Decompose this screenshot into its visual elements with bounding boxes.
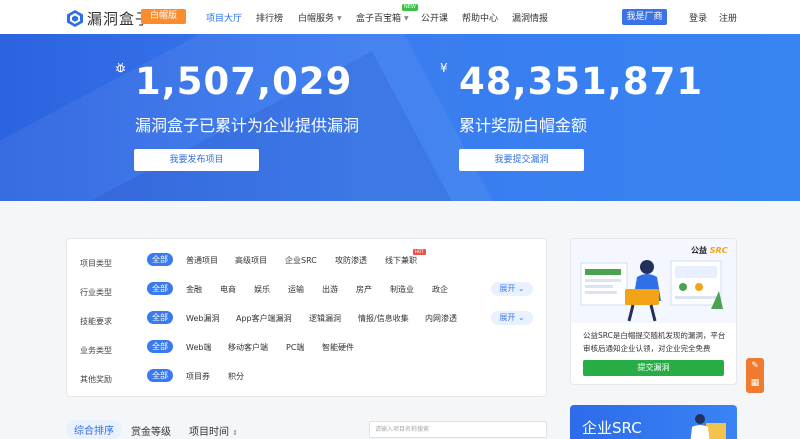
- filter-row-industry: 行业类型 全部 金融 电商 娱乐 运输 出游 房产 制造业 政企 展开 ⌄: [67, 280, 548, 300]
- filter-option[interactable]: 制造业: [390, 284, 414, 295]
- filter-option-all[interactable]: 全部: [147, 282, 173, 295]
- sort-comprehensive[interactable]: 综合排序: [66, 420, 122, 439]
- register-link[interactable]: 注册: [719, 11, 737, 24]
- nav-item-ranking[interactable]: 排行榜: [256, 11, 283, 24]
- filter-option[interactable]: 项目券: [186, 371, 210, 382]
- logo-icon: [67, 10, 83, 27]
- expand-button[interactable]: 展开 ⌄: [491, 311, 533, 325]
- submit-vuln-hero-button[interactable]: 我要提交漏洞: [459, 149, 584, 171]
- filter-option[interactable]: 智能硬件: [322, 342, 354, 353]
- filter-option[interactable]: 政企: [432, 284, 448, 295]
- sort-bounty-level[interactable]: 赏金等级: [131, 423, 171, 438]
- filter-option[interactable]: 情报/信息收集: [358, 313, 409, 324]
- filter-option[interactable]: 逻辑漏洞: [309, 313, 341, 324]
- publish-project-button[interactable]: 我要发布项目: [134, 149, 259, 171]
- reward-amount-label: 累计奖励白帽金额: [459, 116, 588, 135]
- chevron-down-icon: ▼: [337, 15, 342, 22]
- filter-label: 其他奖励: [80, 375, 112, 384]
- filter-row-business: 业务类型 全部 Web端 移动客户端 PC端 智能硬件: [67, 338, 548, 358]
- reward-amount: 48,351,871: [459, 60, 704, 103]
- enterprise-src-card[interactable]: 企业SRC: [570, 405, 737, 439]
- nav-item-open-course[interactable]: 公开课: [421, 11, 448, 24]
- filter-option[interactable]: 高级项目: [235, 255, 267, 266]
- filter-panel: 项目类型 全部 普通项目 高级项目 企业SRC 攻防渗透 线下兼职 HOT 行业…: [66, 238, 547, 397]
- filter-option[interactable]: 金融: [186, 284, 202, 295]
- filter-label: 业务类型: [80, 346, 112, 355]
- filter-option[interactable]: 娱乐: [254, 284, 270, 295]
- new-badge: NEW: [402, 4, 418, 11]
- public-src-illustration: 公益 SRC: [571, 239, 736, 323]
- filter-option[interactable]: 线下兼职: [385, 255, 417, 266]
- filter-option[interactable]: 积分: [228, 371, 244, 382]
- filter-option[interactable]: 出游: [322, 284, 338, 295]
- filter-label: 技能要求: [80, 317, 112, 326]
- filter-row-skills: 技能要求 全部 Web漏洞 App客户端漏洞 逻辑漏洞 情报/信息收集 内网渗透…: [67, 309, 548, 329]
- filter-option[interactable]: 电商: [220, 284, 236, 295]
- vendor-button[interactable]: 我是厂商: [622, 9, 667, 25]
- login-link[interactable]: 登录: [689, 11, 707, 24]
- sort-project-time[interactable]: 项目时间 ⇕: [189, 423, 238, 438]
- nav-item-whitehat-services[interactable]: 白帽服务 ▼: [298, 11, 342, 24]
- filter-label: 行业类型: [80, 288, 112, 297]
- filter-option-all[interactable]: 全部: [147, 369, 173, 382]
- filter-option-all[interactable]: 全部: [147, 253, 173, 266]
- edit-icon[interactable]: ✎: [746, 358, 764, 375]
- filter-row-other-rewards: 其他奖励 全部 项目券 积分: [67, 367, 548, 387]
- yen-icon: ¥: [440, 61, 448, 75]
- public-src-description: 公益SRC是白帽提交随机发现的漏洞，平台审核后通知企业认领，对企业完全免费: [583, 331, 726, 353]
- filter-option[interactable]: 普通项目: [186, 255, 218, 266]
- filter-label: 项目类型: [80, 259, 112, 268]
- chevron-down-icon: ▼: [404, 15, 409, 22]
- filter-option-all[interactable]: 全部: [147, 340, 173, 353]
- vuln-count-label: 漏洞盒子已累计为企业提供漏洞: [135, 116, 360, 135]
- nav-item-vuln-intel[interactable]: 漏洞情报: [512, 11, 548, 24]
- submit-vuln-button[interactable]: 提交漏洞: [583, 360, 724, 376]
- filter-option[interactable]: 移动客户端: [228, 342, 268, 353]
- top-nav: 漏洞盒子 白帽版 项目大厅 排行榜 白帽服务 ▼ 盒子百宝箱 ▼ NEW 公开课 帮…: [0, 0, 800, 34]
- public-src-title: 公益 SRC: [691, 246, 728, 255]
- filter-option[interactable]: 运输: [288, 284, 304, 295]
- search-input[interactable]: 请输入项目名称搜索: [369, 421, 547, 438]
- chevron-down-icon: ⌄: [517, 284, 525, 293]
- filter-option[interactable]: 房产: [356, 284, 372, 295]
- nav-item-project-hall[interactable]: 项目大厅: [199, 5, 249, 30]
- chevron-down-icon: ⌄: [517, 313, 525, 322]
- filter-option[interactable]: Web端: [186, 342, 211, 353]
- filter-row-project-type: 项目类型 全部 普通项目 高级项目 企业SRC 攻防渗透 线下兼职 HOT: [67, 249, 548, 271]
- enterprise-src-title: 企业SRC: [582, 419, 642, 437]
- filter-option[interactable]: Web漏洞: [186, 313, 219, 324]
- filter-option-all[interactable]: 全部: [147, 311, 173, 324]
- bug-icon: [115, 62, 126, 76]
- floating-toolbar: ✎ ▦: [746, 358, 764, 393]
- filter-option[interactable]: 内网渗透: [425, 313, 457, 324]
- hot-badge: HOT: [413, 249, 426, 255]
- nav-item-help-center[interactable]: 帮助中心: [462, 11, 498, 24]
- whitehat-badge[interactable]: 白帽版: [141, 9, 186, 24]
- nav-item-toolbox[interactable]: 盒子百宝箱 ▼: [356, 11, 409, 24]
- enterprise-illustration-icon: [690, 414, 726, 439]
- filter-option[interactable]: 企业SRC: [285, 255, 317, 266]
- expand-button[interactable]: 展开 ⌄: [491, 282, 533, 296]
- vuln-count: 1,507,029: [135, 60, 353, 103]
- grid-icon[interactable]: ▦: [746, 375, 764, 392]
- filter-option[interactable]: App客户端漏洞: [236, 313, 292, 324]
- sort-icon: ⇕: [232, 429, 239, 437]
- filter-option[interactable]: PC端: [286, 342, 304, 353]
- filter-option[interactable]: 攻防渗透: [335, 255, 367, 266]
- hero-banner: 1,507,029 漏洞盒子已累计为企业提供漏洞 我要发布项目 ¥ 48,351…: [0, 34, 800, 201]
- public-src-card: 公益 SRC 公益SRC是白帽提交随机发现的漏洞，平台审核后通知企业认领，对企业…: [570, 238, 737, 385]
- logo[interactable]: 漏洞盒子: [67, 8, 151, 29]
